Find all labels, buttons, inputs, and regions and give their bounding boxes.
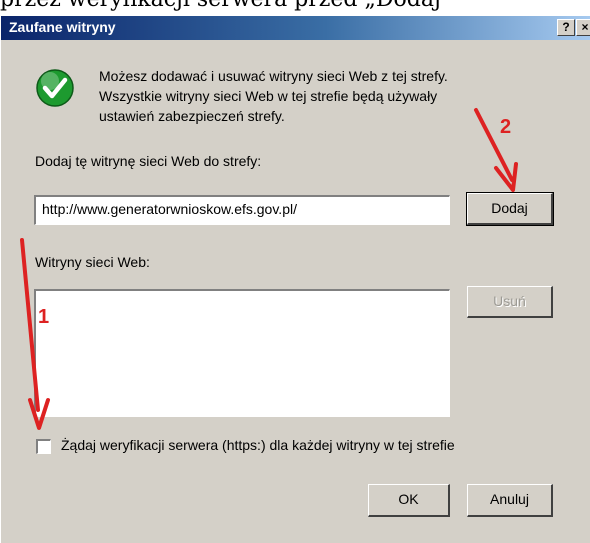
cancel-button[interactable]: Anuluj bbox=[467, 484, 553, 517]
url-input[interactable]: http://www.generatorwnioskow.efs.gov.pl/ bbox=[34, 195, 450, 225]
https-checkbox[interactable] bbox=[36, 439, 51, 454]
info-description: Możesz dodawać i usuwać witryny sieci We… bbox=[99, 66, 549, 126]
add-site-label: Dodaj tę witrynę sieci Web do strefy: bbox=[35, 153, 262, 169]
info-line-2: Wszystkie witryny sieci Web w tej strefi… bbox=[99, 88, 438, 104]
sites-list-label: Witryny sieci Web: bbox=[35, 254, 150, 270]
arrow-2-number: 2 bbox=[500, 116, 512, 138]
trusted-sites-dialog: Zaufane witryny ? × Możesz dodawać i usu… bbox=[0, 16, 590, 543]
green-checkmark-icon bbox=[36, 69, 74, 107]
https-checkbox-label: Żądaj weryfikacji serwera (https:) dla k… bbox=[61, 437, 455, 453]
add-button[interactable]: Dodaj bbox=[466, 192, 554, 226]
dialog-title: Zaufane witryny bbox=[9, 19, 116, 35]
remove-button[interactable]: Usuń bbox=[467, 286, 553, 318]
sites-list[interactable] bbox=[34, 289, 450, 417]
help-button[interactable]: ? bbox=[557, 19, 575, 36]
title-bar: Zaufane witryny ? × bbox=[1, 16, 590, 40]
page-top-strip: przez weryfikacji serwera przed „Dodaj bbox=[0, 0, 590, 16]
info-line-1: Możesz dodawać i usuwać witryny sieci We… bbox=[99, 68, 448, 84]
ok-button[interactable]: OK bbox=[368, 484, 450, 517]
arrow-1-number: 1 bbox=[38, 306, 50, 328]
close-button[interactable]: × bbox=[576, 19, 590, 36]
info-line-3: ustawień zabezpieczeń strefy. bbox=[99, 108, 285, 124]
page-top-text: przez weryfikacji serwera przed „Dodaj bbox=[0, 0, 441, 12]
